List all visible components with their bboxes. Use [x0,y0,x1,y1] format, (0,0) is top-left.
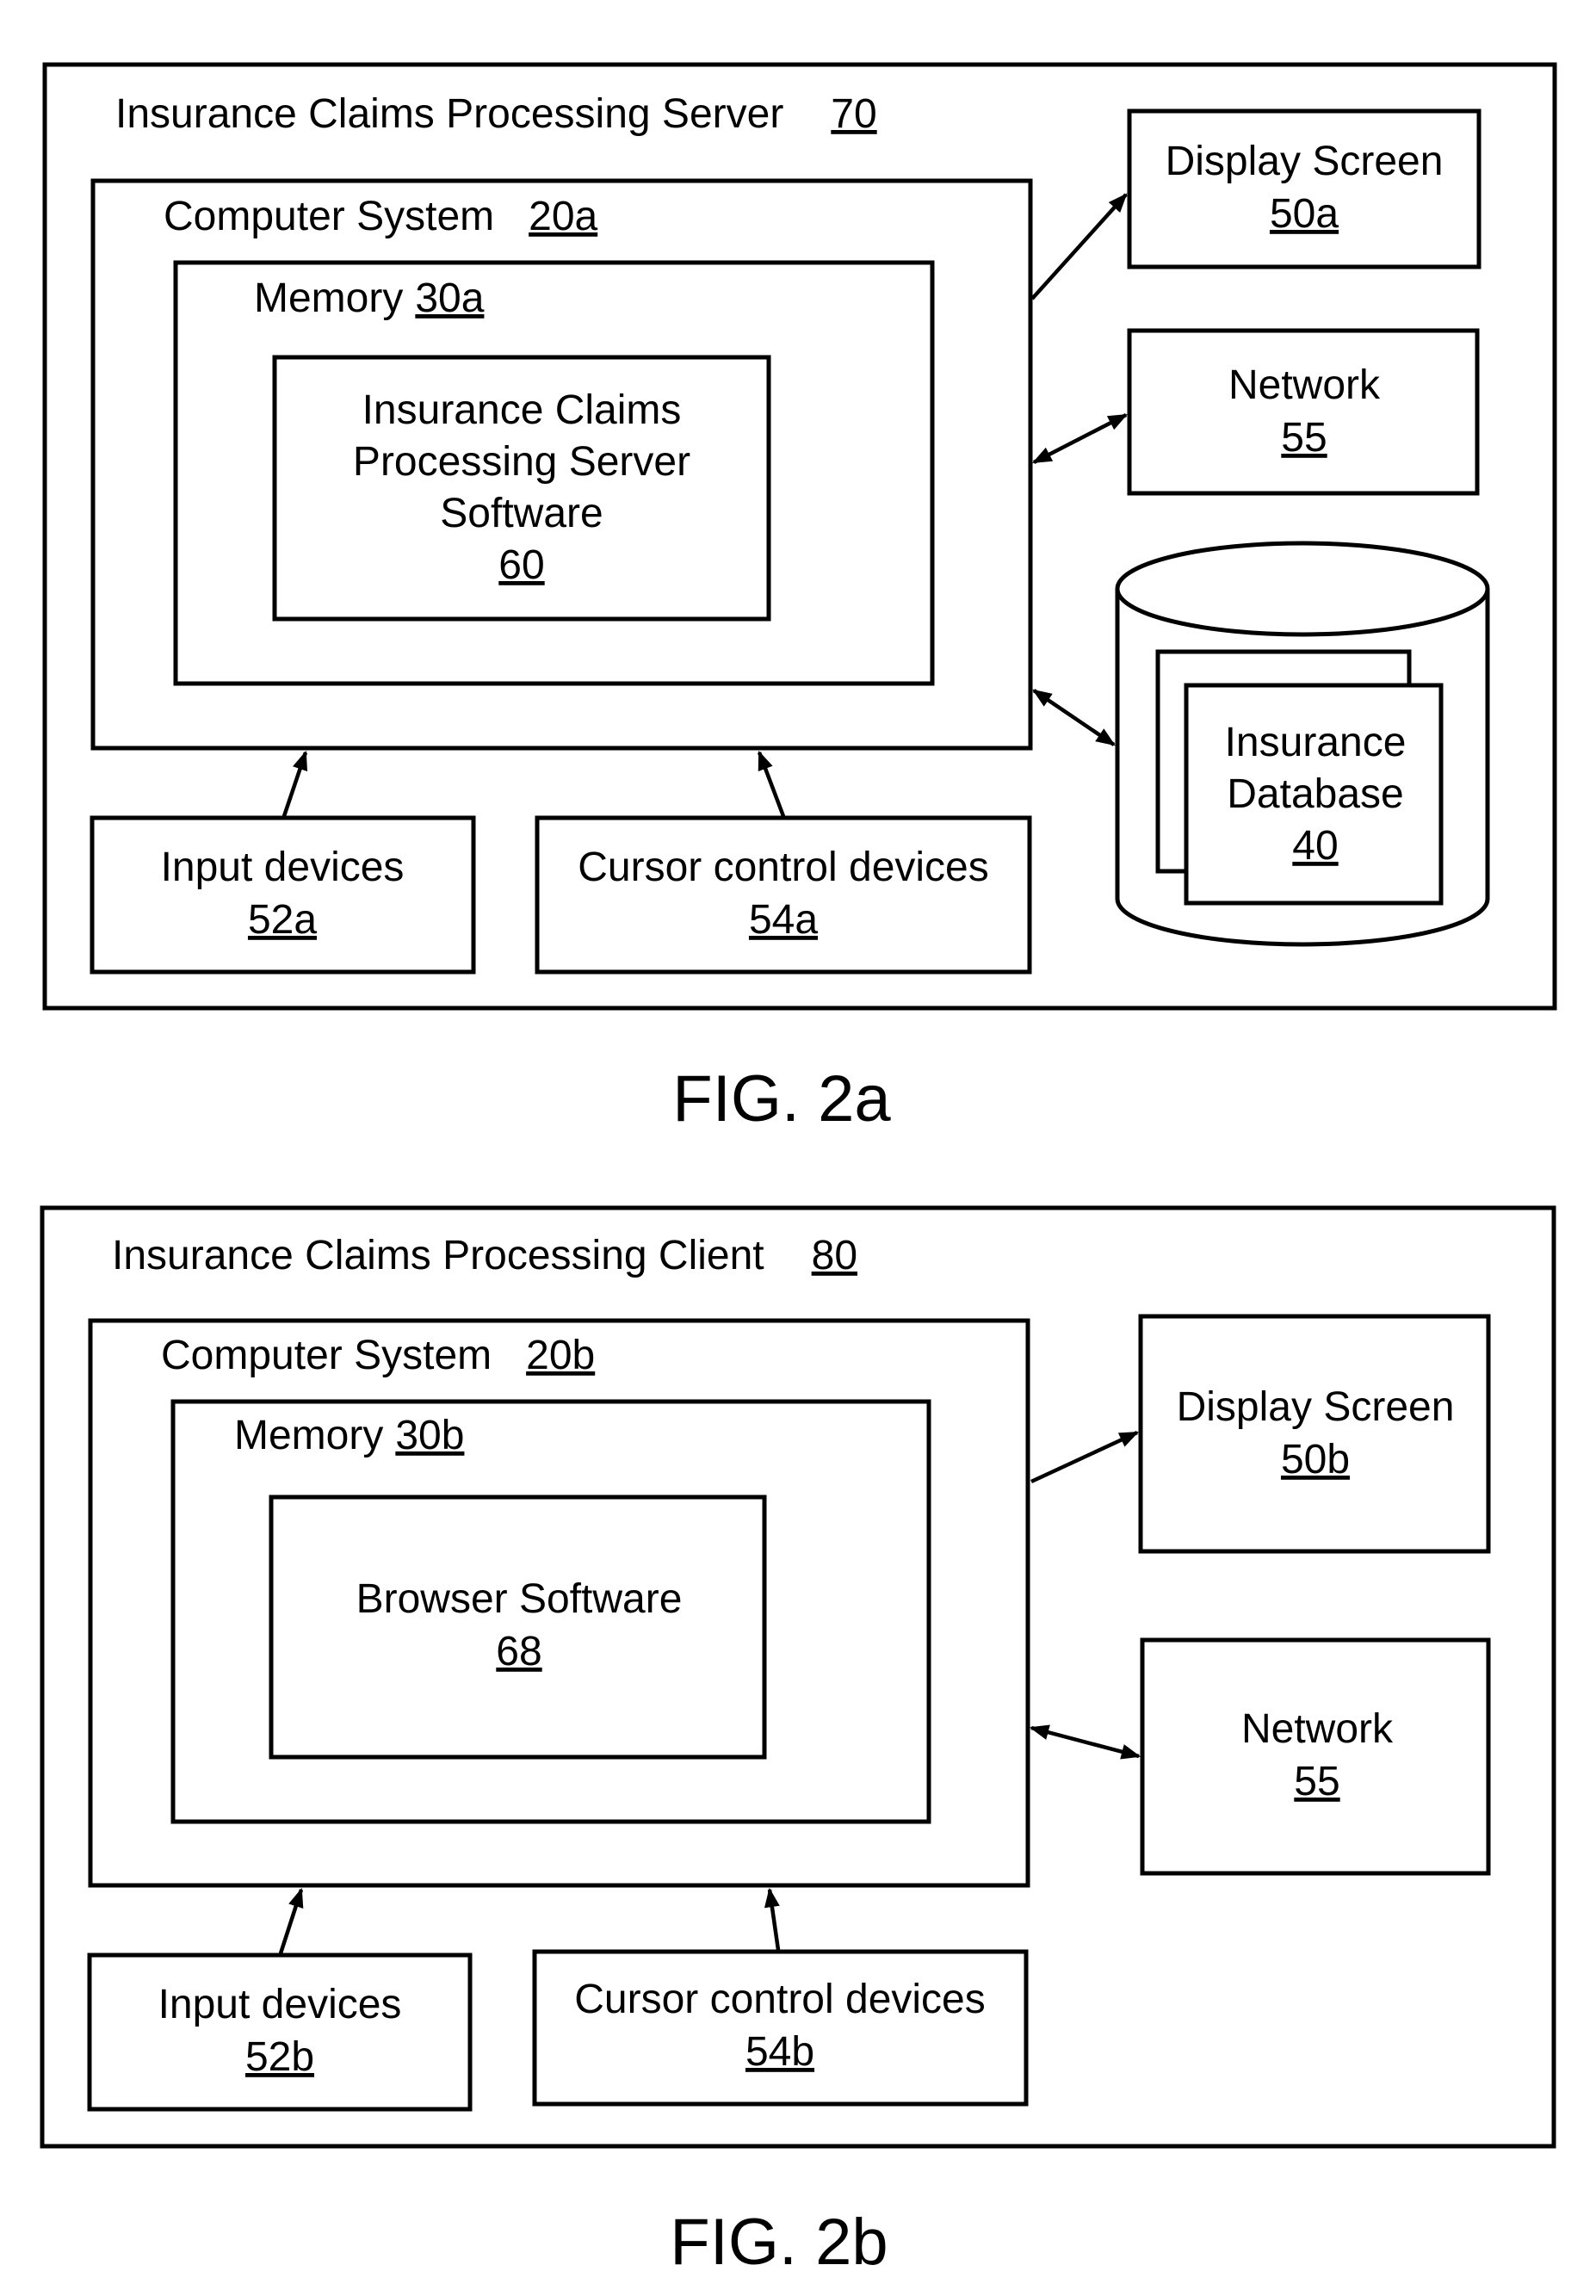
cursor-devices-ref-b: 54b [745,2029,814,2075]
browser-software-ref: 68 [496,1629,541,1674]
memory-title-b: Memory 30b [234,1413,464,1458]
cursor-devices-label-b: Cursor control devices [574,1977,986,2022]
memory-ref: 30a [415,275,484,321]
memory-ref-b: 30b [395,1413,464,1458]
input-devices-box-b [87,1953,473,2112]
memory-label-b: Memory [234,1413,383,1458]
network-label-b: Network [1241,1706,1394,1752]
input-devices-label-b: Input devices [158,1982,402,2027]
computer-system-ref-b: 20b [526,1333,595,1378]
client-title: Insurance Claims Processing Client 80 [112,1233,857,1278]
display-screen-label: Display Screen [1166,139,1444,184]
computer-system-title: Computer System 20a [164,194,598,239]
display-screen-ref: 50a [1270,191,1339,237]
server-ref: 70 [831,91,876,137]
display-screen-ref-b: 50b [1281,1437,1350,1482]
server-software-ref: 60 [498,542,544,588]
input-devices-ref-b: 52b [245,2034,314,2080]
input-devices-box [90,815,476,975]
fig-2b: Insurance Claims Processing Client 80 Com… [40,1205,1556,2279]
network-box [1127,328,1480,496]
input-devices-ref: 52a [248,897,317,943]
database-line-2: Database [1227,771,1403,817]
computer-system-label: Computer System [164,194,494,239]
fig-2a: Insurance Claims Processing Server 70 Com… [42,62,1557,1136]
computer-system-label-b: Computer System [161,1333,492,1378]
network-label: Network [1228,362,1381,408]
cursor-devices-ref: 54a [749,897,818,943]
input-devices-label: Input devices [161,845,405,890]
browser-software-label: Browser Software [356,1576,683,1622]
server-title: Insurance Claims Processing Server 70 [115,91,877,137]
server-software-line-1: Insurance Claims [362,387,682,433]
network-ref-b: 55 [1294,1759,1339,1804]
fig-2b-caption: FIG. 2b [670,2206,888,2279]
server-software-line-2: Processing Server [353,439,690,485]
client-label: Insurance Claims Processing Client [112,1233,764,1278]
cursor-devices-label: Cursor control devices [578,845,989,890]
browser-software-box [269,1495,767,1760]
memory-title: Memory 30a [254,275,485,321]
display-screen-label-b: Display Screen [1177,1384,1455,1430]
display-screen-box [1127,108,1482,269]
fig-2a-caption: FIG. 2a [672,1062,891,1136]
memory-label: Memory [254,275,403,321]
cursor-devices-box [535,815,1032,975]
database-ref: 40 [1292,823,1338,869]
database-line-1: Insurance [1225,720,1407,765]
display-screen-box-b [1138,1314,1491,1554]
network-ref: 55 [1281,415,1327,461]
server-software-line-3: Software [440,491,603,536]
cursor-devices-box-b [532,1949,1029,2107]
computer-system-ref: 20a [529,194,597,239]
patent-figure-sheet: Insurance Claims Processing Server 70 Com… [40,62,1557,2279]
client-ref: 80 [812,1233,857,1278]
network-box-b [1140,1637,1491,1876]
computer-system-title-b: Computer System 20b [161,1333,595,1378]
server-label: Insurance Claims Processing Server [115,91,783,137]
